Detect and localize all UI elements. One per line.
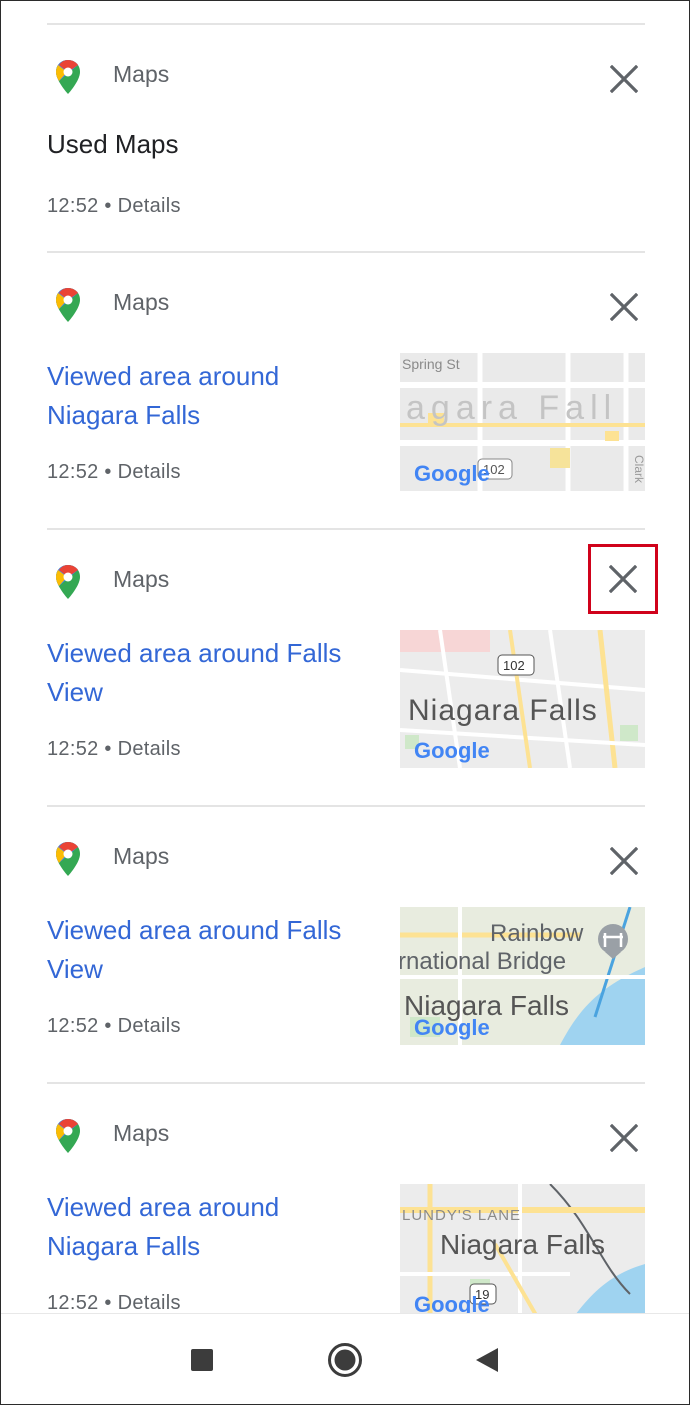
close-button[interactable] — [597, 281, 651, 333]
map-thumbnail[interactable]: Rainbow rnational Bridge Niagara Falls G… — [400, 907, 645, 1045]
activity-meta: 12:52 • Details — [47, 461, 181, 484]
map-street-label: LUNDY'S LANE — [402, 1207, 521, 1224]
close-button[interactable] — [597, 53, 651, 105]
map-route-label: 102 — [503, 658, 525, 673]
close-icon — [610, 293, 638, 321]
map-label-line2: rnational Bridge — [400, 948, 566, 975]
map-street-label: Spring St — [402, 356, 460, 372]
activity-card[interactable]: Maps Viewed area around Falls View 12:52… — [1, 530, 689, 806]
separator: • — [104, 738, 112, 760]
app-name: Maps — [113, 61, 170, 87]
close-button[interactable] — [597, 835, 651, 887]
activity-meta: 12:52 • Details — [47, 1015, 181, 1038]
map-city-label: agara Fall — [406, 389, 617, 427]
app-name: Maps — [113, 289, 170, 315]
map-label-line1: Rainbow — [490, 920, 584, 947]
details-link[interactable]: Details — [118, 195, 181, 217]
activity-card[interactable]: Maps Viewed area around Falls View 12:52… — [1, 807, 689, 1083]
square-icon — [191, 1349, 213, 1371]
google-logo: Google — [414, 461, 490, 486]
activity-title-link[interactable]: Viewed area around Falls View — [47, 911, 377, 989]
timestamp: 12:52 — [47, 738, 99, 760]
home-button[interactable] — [321, 1336, 369, 1384]
recents-button[interactable] — [178, 1336, 226, 1384]
google-logo: Google — [414, 1292, 490, 1313]
google-maps-pin-icon — [54, 841, 82, 877]
system-navigation-bar — [1, 1313, 689, 1404]
app-name: Maps — [113, 1120, 170, 1146]
details-link[interactable]: Details — [118, 1292, 181, 1313]
google-maps-pin-icon — [54, 287, 82, 323]
activity-meta: 12:52 • Details — [47, 195, 181, 218]
google-maps-pin-icon — [54, 59, 82, 95]
close-icon — [610, 1124, 638, 1152]
activity-list: Maps Used Maps 12:52 • Details Maps View… — [1, 1, 689, 1313]
separator: • — [104, 1015, 112, 1037]
timestamp: 12:52 — [47, 1292, 99, 1313]
google-logo: Google — [414, 1015, 490, 1040]
timestamp: 12:52 — [47, 1015, 99, 1037]
map-thumbnail[interactable]: Spring St agara Fall 102 Clark Google — [400, 353, 645, 491]
app-name: Maps — [113, 566, 170, 592]
activity-title: Used Maps — [47, 129, 179, 159]
activity-card[interactable]: Maps Viewed area around Niagara Falls 12… — [1, 1084, 689, 1313]
activity-card[interactable]: Maps Viewed area around Niagara Falls 12… — [1, 253, 689, 529]
separator: • — [104, 195, 112, 217]
map-thumbnail[interactable]: LUNDY'S LANE Niagara Falls 19 Google — [400, 1184, 645, 1313]
map-thumbnail[interactable]: 102 Niagara Falls Google — [400, 630, 645, 768]
triangle-back-icon — [476, 1348, 498, 1372]
google-maps-pin-icon — [54, 1118, 82, 1154]
close-icon — [610, 65, 638, 93]
activity-title-link[interactable]: Viewed area around Falls View — [47, 634, 377, 712]
app-name: Maps — [113, 843, 170, 869]
back-button[interactable] — [463, 1336, 511, 1384]
activity-title-link[interactable]: Viewed area around Niagara Falls — [47, 1188, 377, 1266]
circle-icon — [328, 1343, 362, 1377]
details-link[interactable]: Details — [118, 738, 181, 760]
map-city-label: Niagara Falls — [408, 694, 598, 727]
separator: • — [104, 1292, 112, 1313]
close-button[interactable] — [597, 1112, 651, 1164]
activity-meta: 12:52 • Details — [47, 738, 181, 761]
google-maps-pin-icon — [54, 564, 82, 600]
details-link[interactable]: Details — [118, 1015, 181, 1037]
close-icon — [609, 565, 637, 593]
timestamp: 12:52 — [47, 195, 99, 217]
activity-title-link[interactable]: Viewed area around Niagara Falls — [47, 357, 377, 435]
close-button-highlighted[interactable] — [588, 544, 658, 614]
activity-meta: 12:52 • Details — [47, 1292, 181, 1313]
screen: Maps Used Maps 12:52 • Details Maps View… — [0, 0, 690, 1405]
google-logo: Google — [414, 738, 490, 763]
details-link[interactable]: Details — [118, 461, 181, 483]
close-icon — [610, 847, 638, 875]
map-side-label: Clark — [632, 455, 645, 484]
separator: • — [104, 461, 112, 483]
timestamp: 12:52 — [47, 461, 99, 483]
map-city-label: Niagara Falls — [440, 1229, 605, 1260]
